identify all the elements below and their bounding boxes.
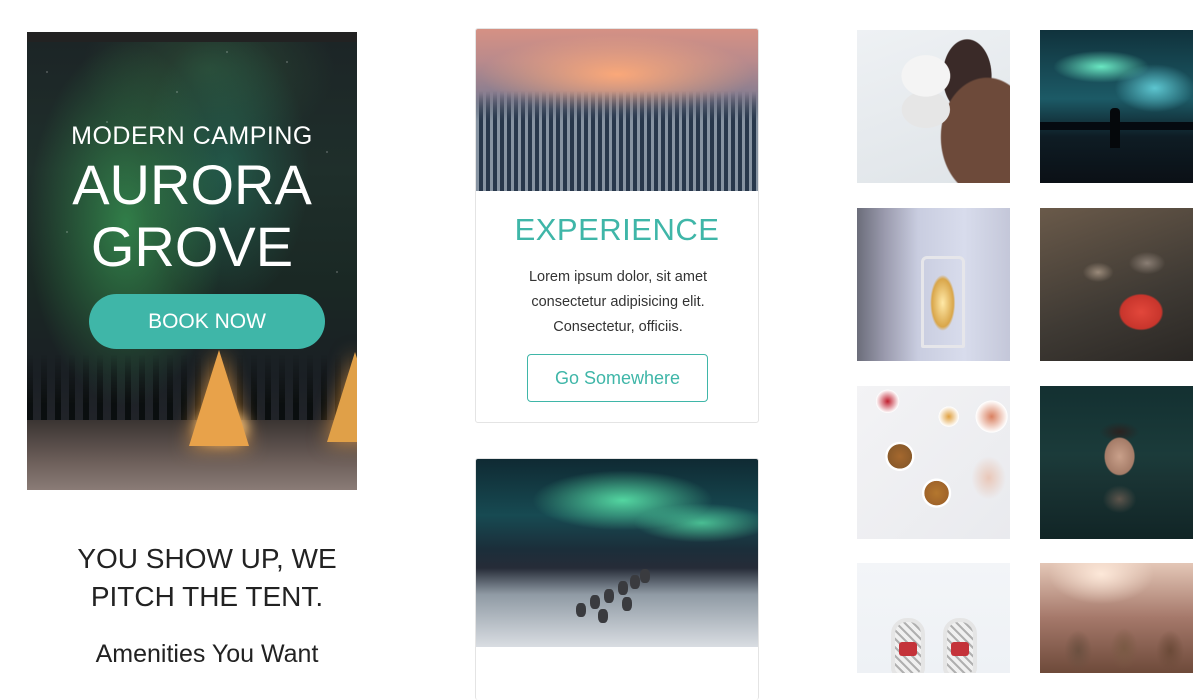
card-text-line: consectetur adipisicing elit.: [531, 294, 705, 310]
hero-subtitle: MODERN CAMPING: [71, 122, 313, 150]
card-title: EXPERIENCE: [514, 212, 720, 247]
snowshoe: [943, 618, 977, 673]
tent-illustration: [327, 352, 357, 442]
hero-title: AURORA GROVE: [27, 154, 357, 278]
card-text: Lorem ipsum dolor, sit amet consectetur …: [494, 265, 742, 340]
frozen-forest-sunset-image: [476, 29, 758, 191]
tent-illustration: [189, 350, 249, 446]
hot-spring-face-photo[interactable]: [1040, 386, 1193, 539]
tagline-heading: YOU SHOW UP, WE PITCH THE TENT.: [27, 540, 387, 616]
snow-lantern-photo[interactable]: [857, 208, 1010, 361]
husky-puppy-photo[interactable]: [857, 30, 1010, 183]
hero-banner: MODERN CAMPING AURORA GROVE BOOK NOW: [27, 32, 357, 490]
card-text-line: Lorem ipsum dolor, sit amet: [528, 269, 708, 285]
frozen-forest: [476, 91, 758, 191]
lantern-frame: [921, 256, 965, 348]
snowshoes-photo[interactable]: [857, 563, 1010, 673]
aurora-silhouette-photo[interactable]: [1040, 30, 1193, 183]
campfire-kettle-photo[interactable]: [1040, 208, 1193, 361]
person-silhouette: [1110, 108, 1120, 148]
go-somewhere-button[interactable]: Go Somewhere: [527, 354, 708, 402]
amenities-heading: Amenities You Want: [95, 640, 319, 668]
tagline-line: PITCH THE TENT.: [90, 581, 324, 612]
aurora-dogsled-card: [475, 458, 759, 700]
breakfast-bowls-photo[interactable]: [857, 386, 1010, 539]
card-text-line: Consectetur, officiis.: [553, 319, 683, 335]
aurora-dogsled-image: [476, 459, 758, 647]
experience-card: EXPERIENCE Lorem ipsum dolor, sit amet c…: [475, 28, 759, 423]
sled-huskies-photo[interactable]: [1040, 563, 1193, 673]
snowshoe: [891, 618, 925, 673]
hero-title-line: GROVE: [90, 215, 294, 278]
tagline-line: YOU SHOW UP, WE: [77, 543, 337, 574]
sled-dogs: [576, 569, 666, 629]
book-now-button[interactable]: BOOK NOW: [89, 294, 325, 349]
hero-title-line: AURORA: [72, 153, 312, 216]
